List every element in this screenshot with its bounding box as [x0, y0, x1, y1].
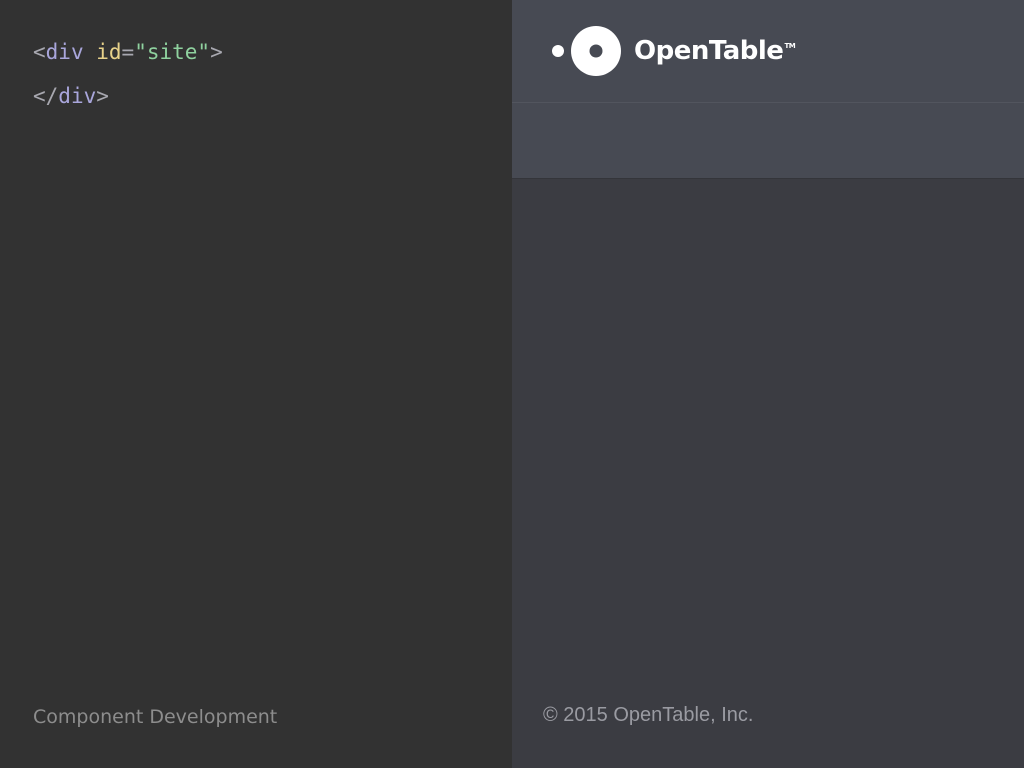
code-attr-name: id	[96, 40, 122, 64]
code-attr-value: "site"	[134, 40, 211, 64]
brand-text: OpenTable	[634, 36, 784, 66]
code-panel: <div id="site"> </div> Component Develop…	[0, 0, 512, 768]
site-subheader	[512, 103, 1024, 179]
code-punct: >	[210, 40, 223, 64]
opentable-logo-icon	[550, 25, 622, 77]
code-punct: <	[33, 40, 46, 64]
code-snippet: <div id="site"> </div>	[33, 30, 223, 118]
code-punct: >	[96, 84, 109, 108]
code-line-open: <div id="site">	[33, 30, 223, 74]
slide-caption: Component Development	[33, 706, 278, 728]
code-punct: </	[33, 84, 59, 108]
code-punct: =	[121, 40, 135, 64]
trademark-mark: TM	[784, 42, 796, 50]
code-tag: div	[45, 40, 84, 64]
code-line-close: </div>	[33, 74, 223, 118]
footer-copyright: © 2015 OpenTable, Inc.	[543, 704, 754, 726]
site-preview: OpenTableTM © 2015 OpenTable, Inc.	[512, 0, 1024, 768]
code-tag: div	[58, 84, 97, 108]
site-header: OpenTableTM	[512, 0, 1024, 103]
brand-logo[interactable]: OpenTableTM	[550, 25, 796, 77]
brand-name: OpenTableTM	[634, 36, 796, 66]
